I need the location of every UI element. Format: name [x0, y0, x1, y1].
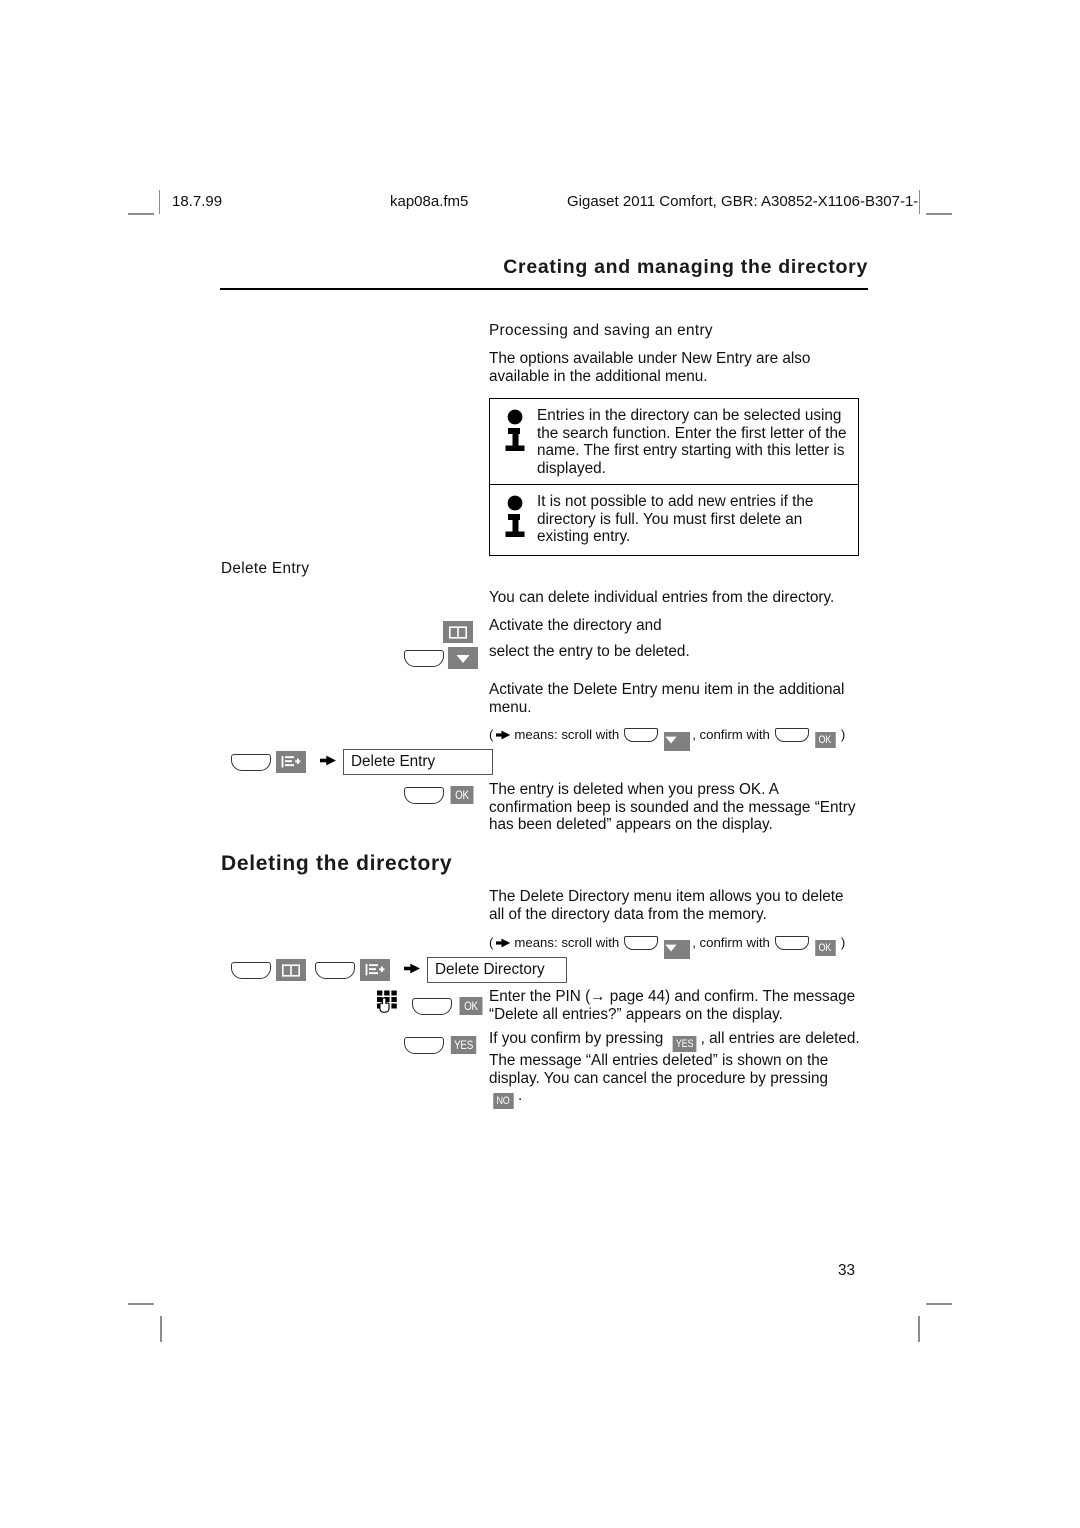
deleting-directory-intro: The Delete Directory menu item allows yo… [489, 888, 844, 923]
note-suffix: ) [840, 727, 846, 742]
running-head-rule [220, 288, 868, 290]
print-header-filename: kap08a.fm5 [390, 193, 469, 210]
soft-key[interactable] [774, 728, 809, 742]
scroll-arrow-icon [496, 728, 511, 744]
scroll-note-delete-directory: ( means: scroll with , confirm with OK) [489, 935, 879, 959]
no-button[interactable]: NO [493, 1093, 514, 1110]
cropmark-top-left [128, 213, 154, 215]
soft-key[interactable] [624, 728, 659, 742]
scroll-arrow-icon [320, 753, 337, 771]
note-means-text: means: scroll with [514, 727, 620, 742]
ok-button[interactable]: OK [459, 997, 483, 1015]
processing-heading: Processing and saving an entry [489, 322, 713, 339]
scroll-arrow-icon [496, 936, 511, 952]
info-box-text: It is not possible to add new entries if… [537, 493, 814, 545]
soft-key[interactable] [231, 961, 271, 979]
pin-step-prefix: Enter the PIN ( [489, 988, 591, 1005]
additional-menu-icon[interactable] [360, 959, 390, 981]
ok-button[interactable]: OK [450, 786, 474, 804]
key-sequence-yes: YES [404, 1036, 479, 1054]
print-header: 18.7.99 kap08a.fm5 Gigaset 2011 Comfort,… [152, 193, 928, 215]
soft-key[interactable] [774, 936, 809, 950]
delete-entry-heading: Delete Entry [221, 560, 310, 577]
key-sequence-select [404, 647, 478, 669]
info-icon [499, 407, 537, 477]
note-prefix: ( [489, 935, 494, 950]
soft-key[interactable] [624, 936, 659, 950]
down-arrow-icon[interactable] [664, 732, 691, 751]
delete-entry-step-menu: Activate the Delete Entry menu item in t… [489, 681, 845, 716]
down-arrow-icon[interactable] [664, 940, 691, 959]
page-reference-arrow-icon: → [590, 988, 606, 1005]
soft-key[interactable] [404, 786, 444, 804]
scroll-note-delete-entry: ( means: scroll with , confirm with OK) [489, 727, 879, 751]
delete-entry-result: The entry is deleted when you press OK. … [489, 781, 856, 834]
info-box-text: Entries in the directory can be selected… [537, 407, 847, 477]
soft-key[interactable] [404, 649, 444, 667]
soft-key[interactable] [412, 997, 452, 1015]
keypad-icon[interactable] [376, 990, 400, 1022]
additional-menu-icon[interactable] [276, 751, 306, 773]
cropmark-tick-bottom-right [918, 1316, 920, 1342]
note-suffix: ) [840, 935, 846, 950]
processing-paragraph: The options available under New Entry ar… [489, 350, 811, 385]
confirm-text-c: . [518, 1087, 523, 1105]
soft-key[interactable] [315, 961, 355, 979]
key-sequence-pin: OK [376, 990, 485, 1022]
info-icon [499, 493, 537, 546]
info-box-search: Entries in the directory can be selected… [489, 398, 859, 487]
info-box-full: It is not possible to add new entries if… [489, 484, 859, 556]
scroll-arrow-icon [404, 961, 421, 979]
note-confirm-text: , confirm with [692, 935, 770, 950]
print-header-document: Gigaset 2011 Comfort, GBR: A30852-X1106-… [567, 193, 919, 210]
note-prefix: ( [489, 727, 494, 742]
confirm-paragraph: If you confirm by pressing YES, all entr… [489, 1030, 861, 1110]
deleting-directory-heading: Deleting the directory [221, 852, 453, 875]
page-number: 33 [838, 1262, 856, 1279]
soft-key[interactable] [231, 753, 271, 771]
yes-button[interactable]: YES [672, 1036, 697, 1052]
ok-button[interactable]: OK [815, 940, 836, 956]
down-arrow-icon[interactable] [448, 647, 478, 669]
delete-entry-step-directory: Activate the directory and [489, 617, 662, 634]
cropmark-tick-bottom-left [160, 1316, 162, 1342]
ok-button[interactable]: OK [815, 732, 836, 748]
key-sequence-delete-directory: Delete Directory [231, 957, 567, 983]
book-icon[interactable] [443, 621, 473, 643]
menu-item-delete-directory[interactable]: Delete Directory [427, 957, 567, 983]
note-confirm-text: , confirm with [692, 727, 770, 742]
soft-key[interactable] [404, 1036, 444, 1054]
cropmark-bottom-right [926, 1303, 952, 1305]
print-header-date: 18.7.99 [172, 193, 223, 210]
key-sequence-ok-confirm: OK [404, 786, 476, 804]
yes-button[interactable]: YES [450, 1036, 477, 1054]
key-sequence-delete-entry: Delete Entry [231, 749, 493, 775]
confirm-text-a: If you confirm by pressing [489, 1030, 668, 1047]
delete-entry-intro: You can delete individual entries from t… [489, 589, 835, 606]
book-icon[interactable] [276, 959, 306, 981]
cropmark-top-right [926, 213, 952, 215]
key-sequence-directory [443, 621, 473, 643]
menu-item-delete-entry[interactable]: Delete Entry [343, 749, 493, 775]
running-head: Creating and managing the directory [503, 256, 868, 278]
delete-entry-step-select: select the entry to be deleted. [489, 643, 690, 660]
cropmark-bottom-left [128, 1303, 154, 1305]
pin-step-text: Enter the PIN (→ page 44) and confirm. T… [489, 988, 861, 1023]
note-means-text: means: scroll with [514, 935, 620, 950]
